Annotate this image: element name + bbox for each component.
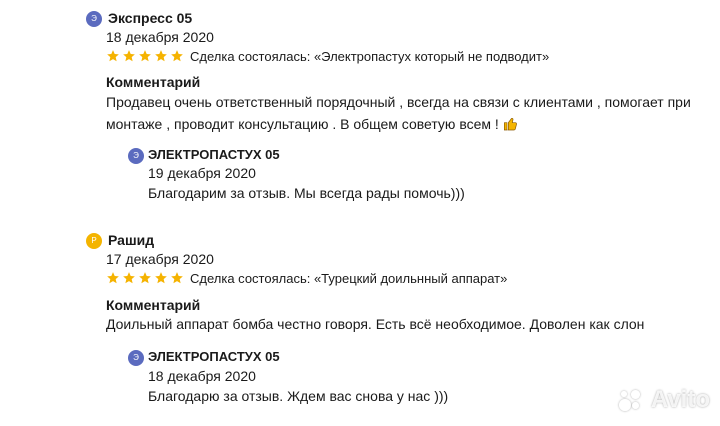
- avito-logo-icon: [617, 386, 647, 414]
- avatar[interactable]: Р: [86, 233, 102, 249]
- star-icon: [138, 271, 152, 285]
- thumbs-up-icon: [503, 116, 519, 132]
- reply-avatar[interactable]: Э: [128, 350, 144, 366]
- deal-info: Сделка состоялась: «Турецкий доильнный а…: [190, 271, 508, 286]
- reply-author[interactable]: ЭЛЕКТРОПАСТУХ 05: [148, 147, 280, 163]
- star-icon: [106, 271, 120, 285]
- comment-text: Доильный аппарат бомба честно говоря. Ес…: [106, 316, 645, 332]
- avito-watermark: Avito: [617, 386, 710, 414]
- star-icon: [170, 271, 184, 285]
- comment-line: монтаже , проводит консультацию . В обще…: [106, 113, 716, 135]
- star-icon: [138, 49, 152, 63]
- rating-stars: [106, 49, 186, 65]
- review-date: 18 декабря 2020: [106, 29, 214, 45]
- star-icon: [122, 271, 136, 285]
- comment-title: Комментарий: [106, 74, 201, 90]
- reply-date: 18 декабря 2020: [148, 368, 256, 384]
- comment-title: Комментарий: [106, 297, 201, 313]
- comment-line: Продавец очень ответственный порядочный …: [106, 94, 691, 110]
- comment-text: Продавец очень ответственный порядочный …: [106, 91, 716, 135]
- star-icon: [154, 49, 168, 63]
- rating-stars: [106, 271, 186, 287]
- star-icon: [170, 49, 184, 63]
- reply-text: Благодарим за отзыв. Мы всегда рады помо…: [148, 185, 465, 201]
- reply-text: Благодарю за отзыв. Ждем вас снова у нас…: [148, 388, 449, 404]
- avatar[interactable]: Э: [86, 11, 102, 27]
- comment-line-text: монтаже , проводит консультацию . В обще…: [106, 116, 499, 132]
- deal-info: Сделка состоялась: «Электропастух которы…: [190, 49, 550, 64]
- star-icon: [154, 271, 168, 285]
- reply-author[interactable]: ЭЛЕКТРОПАСТУХ 05: [148, 349, 280, 365]
- review-date: 17 декабря 2020: [106, 251, 214, 267]
- reply-avatar[interactable]: Э: [128, 148, 144, 164]
- review-author[interactable]: Экспресс 05: [108, 10, 192, 26]
- star-icon: [106, 49, 120, 63]
- avito-watermark-text: Avito: [650, 386, 710, 413]
- review-author[interactable]: Рашид: [108, 232, 154, 248]
- reply-date: 19 декабря 2020: [148, 165, 256, 181]
- star-icon: [122, 49, 136, 63]
